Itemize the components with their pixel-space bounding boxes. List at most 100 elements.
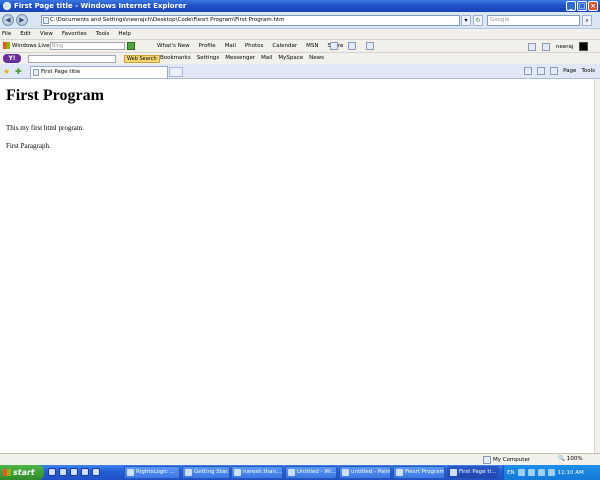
live-link-calendar[interactable]: Calendar [272, 43, 297, 49]
yahoo-web-search-button[interactable]: Web Search [124, 55, 160, 63]
windows-live-label: Windows Live [12, 42, 50, 49]
start-label: start [13, 468, 35, 477]
command-bar: Page Tools [524, 67, 595, 75]
windows-live-logo[interactable]: Windows Live [3, 42, 50, 49]
address-dropdown-button[interactable]: ▾ [461, 15, 471, 26]
app-quicklaunch-icon[interactable] [81, 468, 89, 476]
quick-launch [48, 468, 100, 476]
yahoo-bookmarks[interactable]: Bookmarks [160, 55, 191, 61]
edit-icon[interactable] [542, 42, 550, 51]
task-fiesrt-program[interactable]: Fiesrt Program [393, 466, 445, 479]
live-link-photos[interactable]: Photos [245, 43, 264, 49]
menu-view[interactable]: View [40, 31, 53, 37]
live-user-name[interactable]: neeraj [556, 44, 573, 50]
avatar[interactable] [579, 42, 589, 51]
live-link-whats-new[interactable]: What's New [157, 43, 190, 49]
status-bar: My Computer 🔍 100% [0, 453, 600, 465]
address-text: C:\Documents and Settings\neerajch\Deskt… [50, 17, 285, 23]
live-links: What's New Profile Mail Photos Calendar … [157, 43, 343, 49]
add-favorite-icon[interactable]: ✚ [15, 67, 22, 76]
task-naresh[interactable]: naresh.than... [231, 466, 283, 479]
live-tool-icons [330, 42, 374, 50]
home-icon[interactable] [524, 67, 533, 75]
taskbar: start RightsLogic ... Getting Star... na… [0, 465, 600, 480]
highlight-icon[interactable] [330, 42, 338, 50]
tray-icon-3[interactable] [537, 469, 545, 476]
task-untitled-paint[interactable]: untitled - Paint [339, 466, 391, 479]
menu-edit[interactable]: Edit [20, 31, 31, 37]
bing-search-input[interactable]: Bing [50, 42, 125, 50]
email-icon[interactable] [348, 42, 356, 50]
menu-tools[interactable]: Tools [96, 31, 110, 37]
windows-flag-icon [3, 42, 10, 49]
task-rightslogic[interactable]: RightsLogic ... [124, 466, 180, 479]
minimize-button[interactable]: _ [566, 1, 576, 11]
bing-search-button[interactable] [127, 42, 135, 50]
page-content: First Program This my first html program… [0, 79, 594, 453]
page-icon [43, 17, 49, 24]
page-heading: First Program [6, 87, 104, 104]
clock[interactable]: 11:10 AM [558, 470, 584, 476]
search-icon[interactable]: ⌕ [582, 15, 592, 26]
tab-first-page[interactable]: First Page title [30, 66, 168, 78]
menu-favorites[interactable]: Favorites [62, 31, 87, 37]
live-link-msn[interactable]: MSN [306, 43, 318, 49]
tray-icon-1[interactable] [517, 469, 525, 476]
forward-button[interactable]: ▶ [16, 14, 28, 26]
live-link-mail[interactable]: Mail [225, 43, 236, 49]
yahoo-news[interactable]: News [309, 55, 324, 61]
vertical-scrollbar[interactable] [594, 79, 600, 453]
zoom-control[interactable]: 🔍 100% [558, 456, 583, 462]
language-indicator[interactable]: EN [507, 470, 515, 476]
start-button[interactable]: start [0, 465, 44, 480]
maximize-button[interactable]: □ [577, 1, 587, 11]
tools-menu[interactable]: Tools [581, 68, 595, 74]
feeds-icon[interactable] [537, 67, 546, 75]
translate-icon[interactable] [366, 42, 374, 50]
ie-quicklaunch-icon[interactable] [48, 468, 56, 476]
menu-file[interactable]: File [2, 31, 11, 37]
address-field[interactable]: C:\Documents and Settings\neerajch\Deskt… [41, 15, 460, 26]
window-title: First Page title - Windows Internet Expl… [14, 2, 187, 10]
tray-icon-2[interactable] [527, 469, 535, 476]
computer-icon [483, 456, 491, 464]
desktop-quicklaunch-icon[interactable] [59, 468, 67, 476]
new-tab-button[interactable] [169, 67, 183, 77]
task-untitled-wi[interactable]: Untitled - Wi... [285, 466, 337, 479]
task-getting-started[interactable]: Getting Star... [182, 466, 230, 479]
yahoo-myspace[interactable]: MySpace [278, 55, 303, 61]
yahoo-settings[interactable]: Settings [197, 55, 220, 61]
app2-quicklaunch-icon[interactable] [92, 468, 100, 476]
yahoo-logo[interactable]: Y! [3, 54, 21, 63]
title-bar: First Page title - Windows Internet Expl… [0, 0, 600, 12]
zone-label: My Computer [493, 457, 531, 463]
back-button[interactable]: ◀ [2, 14, 14, 26]
paragraph-1: This my first html program. [6, 124, 84, 132]
refresh-button[interactable]: ↻ [473, 15, 483, 26]
menu-help[interactable]: Help [118, 31, 131, 37]
tray-icon-4[interactable] [547, 469, 555, 476]
yahoo-toolbar: Y! Web Search Bookmarks Settings Messeng… [0, 52, 600, 64]
live-user-area: neeraj [528, 42, 589, 51]
firefox-quicklaunch-icon[interactable] [70, 468, 78, 476]
yahoo-items: Bookmarks Settings Messenger Mail MySpac… [160, 55, 324, 61]
yahoo-messenger[interactable]: Messenger [225, 55, 255, 61]
task-first-page[interactable]: First Page ti... [447, 466, 499, 479]
favorites-star-icon[interactable]: ★ [3, 67, 10, 76]
address-row: ◀ ▶ C:\Documents and Settings\neerajch\D… [0, 12, 600, 29]
print-icon[interactable] [550, 67, 559, 75]
favorites-icon[interactable] [528, 42, 536, 51]
page-menu[interactable]: Page [563, 68, 576, 74]
yahoo-mail[interactable]: Mail [261, 55, 272, 61]
menu-bar: File Edit View Favorites Tools Help [0, 29, 600, 39]
zoom-icon: 🔍 [558, 456, 565, 462]
ie-icon [3, 2, 11, 10]
security-zone[interactable]: My Computer [483, 456, 530, 464]
yahoo-search-input[interactable] [28, 55, 116, 63]
zoom-level: 100% [566, 456, 583, 462]
windows-flag-icon [3, 469, 11, 476]
search-input[interactable]: Google [487, 15, 580, 26]
live-link-profile[interactable]: Profile [199, 43, 216, 49]
window-controls: _ □ × [566, 1, 598, 11]
close-button[interactable]: × [588, 1, 598, 11]
